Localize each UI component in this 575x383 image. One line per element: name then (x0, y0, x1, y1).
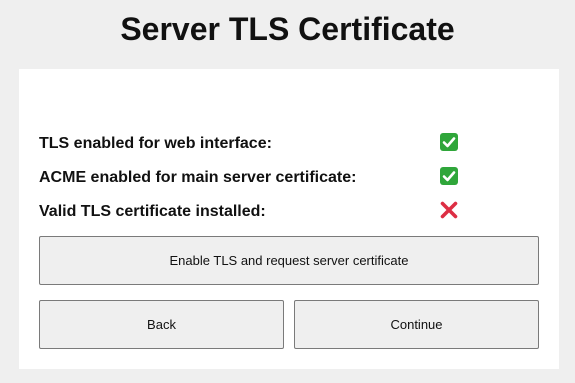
cross-mark-icon (439, 200, 459, 220)
tls-setup-page: Server TLS Certificate TLS enabled for w… (0, 0, 575, 383)
page-title: Server TLS Certificate (120, 11, 455, 47)
check-mark-icon (439, 132, 459, 152)
status-label: TLS enabled for web interface: (39, 135, 272, 152)
status-label: Valid TLS certificate installed: (39, 203, 266, 220)
status-label: ACME enabled for main server certificate… (39, 169, 357, 186)
status-row-tls-web: TLS enabled for web interface: (39, 132, 539, 156)
status-row-acme: ACME enabled for main server certificate… (39, 166, 539, 190)
enable-tls-button[interactable]: Enable TLS and request server certificat… (39, 236, 539, 285)
back-button[interactable]: Back (39, 300, 284, 349)
check-mark-icon (439, 166, 459, 186)
status-row-valid-cert: Valid TLS certificate installed: (39, 200, 539, 224)
status-card: TLS enabled for web interface: ACME enab… (19, 69, 559, 369)
continue-button[interactable]: Continue (294, 300, 539, 349)
